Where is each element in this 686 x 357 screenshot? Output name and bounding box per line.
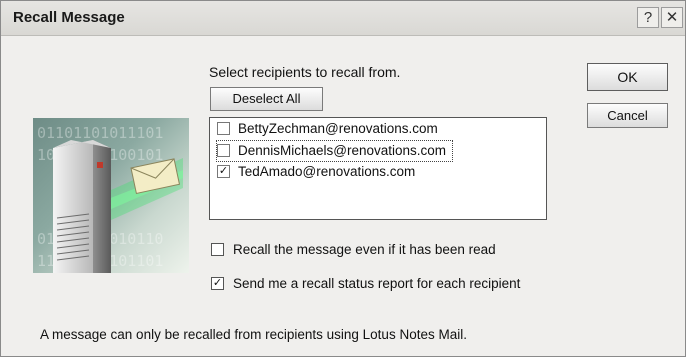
recipient-checkbox[interactable] — [217, 143, 230, 157]
close-button[interactable]: ✕ — [661, 7, 683, 28]
recall-even-if-read-option[interactable]: Recall the message even if it has been r… — [211, 242, 496, 257]
recall-even-if-read-checkbox[interactable] — [211, 242, 224, 256]
recipient-email: DennisMichaels@renovations.com — [238, 143, 447, 158]
list-item[interactable]: ✓ TedAmado@renovations.com — [217, 162, 415, 182]
help-button[interactable]: ? — [637, 7, 659, 28]
check-mark-icon: ✓ — [218, 164, 229, 177]
footer-note: A message can only be recalled from reci… — [40, 327, 467, 342]
list-item[interactable]: BettyZechman@renovations.com — [217, 119, 438, 139]
cancel-button[interactable]: Cancel — [587, 103, 668, 128]
recipient-checkbox[interactable]: ✓ — [217, 164, 230, 178]
send-status-report-checkbox[interactable]: ✓ — [211, 276, 224, 290]
recipient-email: TedAmado@renovations.com — [238, 164, 416, 179]
recall-illustration: 01101101011101 10110101100101 0110101101… — [33, 118, 189, 273]
title-bar: Recall Message ? ✕ — [1, 1, 685, 36]
check-mark-icon: ✓ — [212, 276, 223, 289]
instruction-label: Select recipients to recall from. — [209, 64, 401, 80]
recipient-list[interactable]: BettyZechman@renovations.com DennisMicha… — [209, 117, 547, 220]
deselect-all-button[interactable]: Deselect All — [210, 87, 323, 111]
ok-button[interactable]: OK — [587, 63, 668, 91]
list-item[interactable]: DennisMichaels@renovations.com — [216, 140, 454, 162]
server-envelope-graphic — [53, 140, 183, 273]
option-label: Recall the message even if it has been r… — [233, 242, 496, 257]
option-label: Send me a recall status report for each … — [233, 276, 521, 291]
recipient-checkbox[interactable] — [217, 121, 230, 135]
close-icon: ✕ — [665, 9, 679, 26]
send-status-report-option[interactable]: ✓ Send me a recall status report for each… — [211, 276, 520, 291]
help-icon: ? — [643, 9, 653, 26]
recipient-email: BettyZechman@renovations.com — [238, 121, 438, 136]
recall-message-dialog: Recall Message ? ✕ 01101101011101 101101… — [0, 0, 686, 357]
dialog-title: Recall Message — [13, 9, 125, 26]
